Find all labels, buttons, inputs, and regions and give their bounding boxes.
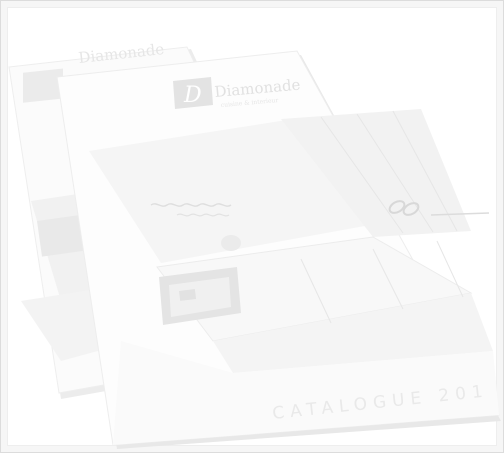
shelf-item (178, 289, 197, 301)
catalogue-illustration: Diamonade D Diamonade cuisine & interieu… (8, 40, 501, 449)
image-frame: Diamonade D Diamonade cuisine & interieu… (0, 0, 504, 453)
kitchen-kettle (221, 235, 241, 251)
back-logo-box (23, 68, 63, 103)
front-catalogue: D Diamonade cuisine & interieur CATALOGU… (56, 50, 501, 449)
front-logo-mark: D (183, 83, 202, 108)
